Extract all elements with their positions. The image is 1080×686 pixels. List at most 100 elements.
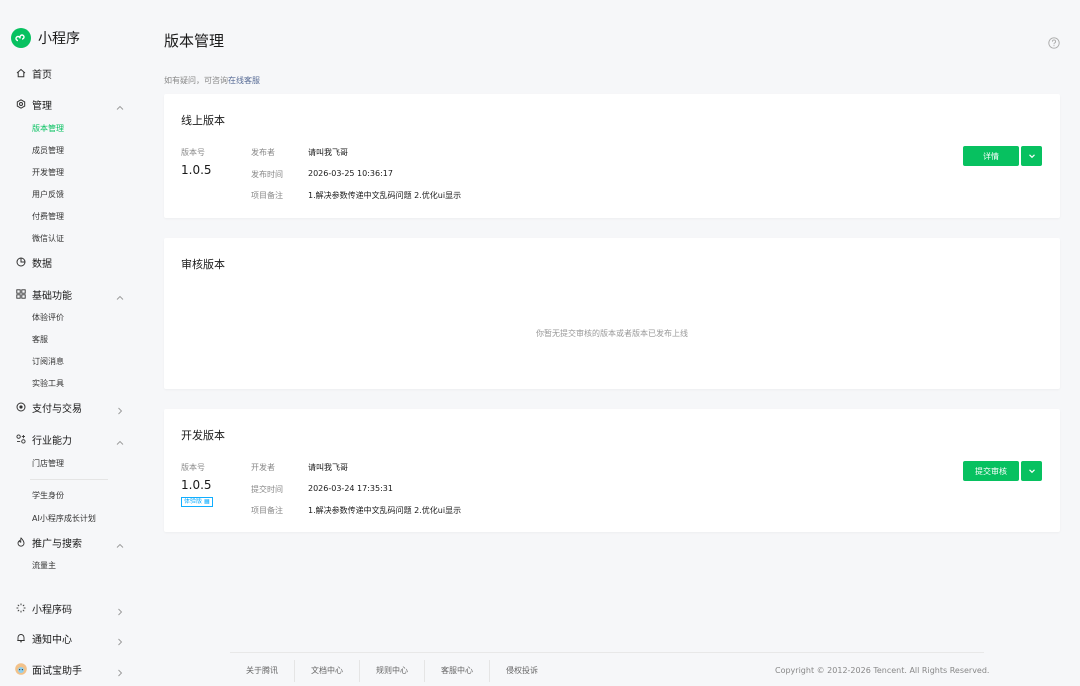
nav-qrcode-label: 小程序码 (32, 604, 72, 616)
sidebar-item-store-manage[interactable]: 门店管理 (32, 458, 64, 469)
sidebar-item-dev-manage[interactable]: 开发管理 (32, 167, 64, 178)
online-service-link[interactable]: 在线客服 (228, 76, 260, 85)
sidebar-item-student-identity[interactable]: 学生身份 (32, 490, 64, 501)
sidebar-item-member-manage[interactable]: 成员管理 (32, 145, 64, 156)
sidebar-item-subscribe-message[interactable]: 订阅消息 (32, 356, 64, 367)
sidebar-item-ai-growth-plan[interactable]: AI小程序成长计划 (32, 513, 96, 524)
chevron-up-icon (115, 536, 125, 548)
online-more-dropdown[interactable] (1021, 146, 1042, 166)
nav-data-label: 数据 (32, 258, 52, 270)
sidebar-divider (30, 479, 108, 480)
footer-divider (230, 652, 984, 653)
miniprogram-logo-icon (11, 28, 31, 48)
online-version-card: 线上版本 版本号 1.0.5 发布者 请叫我飞哥 发布时间 2026-03-25… (164, 94, 1060, 218)
nav-payment[interactable]: 支付与交易 (16, 399, 123, 415)
sidebar-item-customer-service[interactable]: 客服 (32, 334, 48, 345)
remark-value: 1.解决参数传递中文乱码问题 2.优化ui显示 (308, 506, 462, 515)
help-hint: 如有疑问，可咨询在线客服 (164, 75, 260, 86)
app-name: 小程序 (38, 31, 80, 47)
nav-home-label: 首页 (32, 69, 52, 81)
nav-promote-label: 推广与搜索 (32, 538, 82, 550)
version-number-label: 版本号 (181, 463, 205, 472)
bell-icon (16, 633, 26, 643)
chevron-up-icon (115, 288, 125, 300)
online-version-title: 线上版本 (181, 114, 225, 127)
chevron-right-icon (115, 663, 125, 677)
version-number: 1.0.5 (181, 163, 212, 177)
nav-manage-label: 管理 (32, 100, 52, 112)
nav-assistant[interactable]: 面试宝助手 (15, 661, 123, 677)
sidebar-item-user-feedback[interactable]: 用户反馈 (32, 189, 64, 200)
publish-time-value: 2026-03-25 10:36:17 (308, 169, 393, 178)
sidebar-item-traffic-master[interactable]: 流量主 (32, 560, 56, 571)
payment-icon (16, 402, 26, 412)
page-title: 版本管理 (164, 32, 225, 50)
chevron-right-icon (115, 401, 125, 415)
dev-more-dropdown[interactable] (1021, 461, 1042, 481)
chevron-right-icon (115, 632, 125, 646)
avatar (15, 663, 27, 675)
footer-link-service[interactable]: 客服中心 (425, 660, 490, 682)
nav-basic[interactable]: 基础功能 (16, 286, 124, 302)
publisher-value: 请叫我飞哥 (308, 148, 348, 157)
sidebar-item-version-manage[interactable]: 版本管理 (32, 123, 64, 134)
hint-text: 如有疑问，可咨询 (164, 76, 228, 85)
nav-industry-label: 行业能力 (32, 435, 72, 447)
nav-home[interactable]: 首页 (16, 65, 116, 81)
pie-chart-icon (16, 257, 26, 267)
empty-state-text: 你暂无提交审核的版本或者版本已发布上线 (536, 329, 688, 338)
chevron-up-icon (115, 433, 125, 445)
nav-payment-label: 支付与交易 (32, 403, 82, 415)
footer-link-about[interactable]: 关于腾讯 (230, 660, 295, 682)
review-version-card: 审核版本 你暂无提交审核的版本或者版本已发布上线 (164, 238, 1060, 389)
promote-icon (16, 537, 26, 547)
home-icon (16, 68, 26, 78)
submit-review-button[interactable]: 提交审核 (963, 461, 1019, 481)
review-version-title: 审核版本 (181, 258, 225, 271)
trial-version-badge[interactable]: 体验版 ▦ (181, 497, 213, 507)
qr-code-icon: ▦ (203, 498, 210, 505)
chevron-down-icon (1027, 149, 1037, 164)
sidebar-item-experiment-tools[interactable]: 实验工具 (32, 378, 64, 389)
nav-assistant-label: 面试宝助手 (32, 665, 82, 677)
version-number: 1.0.5 (181, 478, 212, 492)
miniprogram-code-icon (16, 603, 26, 613)
footer-link-complaint[interactable]: 侵权投诉 (490, 660, 554, 682)
chevron-down-icon (1027, 464, 1037, 479)
nav-industry[interactable]: 行业能力 (16, 431, 124, 447)
app-logo[interactable]: 小程序 (11, 28, 80, 48)
sidebar-item-wechat-verify[interactable]: 微信认证 (32, 233, 64, 244)
nav-notify[interactable]: 通知中心 (16, 630, 123, 646)
footer-links: 关于腾讯 文档中心 规则中心 客服中心 侵权投诉 (230, 660, 554, 682)
submit-time-key: 提交时间 (251, 485, 283, 494)
nav-qrcode[interactable]: 小程序码 (16, 600, 123, 616)
developer-value: 请叫我飞哥 (308, 463, 348, 472)
chevron-right-icon (115, 602, 125, 616)
sidebar: 小程序 首页 管理 版本管理 成员管理 开发管理 用户反馈 付费管理 微信认证 … (0, 0, 140, 686)
help-icon[interactable] (1048, 34, 1060, 49)
remark-key: 项目备注 (251, 506, 283, 515)
remark-value: 1.解决参数传递中文乱码问题 2.优化ui显示 (308, 191, 462, 200)
remark-key: 项目备注 (251, 191, 283, 200)
nav-basic-label: 基础功能 (32, 290, 72, 302)
nav-manage[interactable]: 管理 (16, 96, 124, 112)
grid-icon (16, 289, 26, 299)
version-number-label: 版本号 (181, 148, 205, 157)
sidebar-item-payment-manage[interactable]: 付费管理 (32, 211, 64, 222)
nav-promote[interactable]: 推广与搜索 (16, 534, 124, 550)
industry-icon (16, 434, 26, 444)
nav-data[interactable]: 数据 (16, 254, 116, 270)
dev-version-title: 开发版本 (181, 429, 225, 442)
footer-link-docs[interactable]: 文档中心 (295, 660, 360, 682)
chevron-up-icon (115, 98, 125, 110)
nav-notify-label: 通知中心 (32, 634, 72, 646)
publisher-key: 发布者 (251, 148, 275, 157)
details-button[interactable]: 详情 (963, 146, 1019, 166)
sidebar-item-experience-review[interactable]: 体验评价 (32, 312, 64, 323)
developer-key: 开发者 (251, 463, 275, 472)
publish-time-key: 发布时间 (251, 170, 283, 179)
badge-label: 体验版 (184, 498, 203, 505)
footer-link-rules[interactable]: 规则中心 (360, 660, 425, 682)
copyright: Copyright © 2012-2026 Tencent. All Right… (775, 666, 990, 675)
dev-version-card: 开发版本 版本号 1.0.5 体验版 ▦ 开发者 请叫我飞哥 提交时间 2026… (164, 409, 1060, 532)
